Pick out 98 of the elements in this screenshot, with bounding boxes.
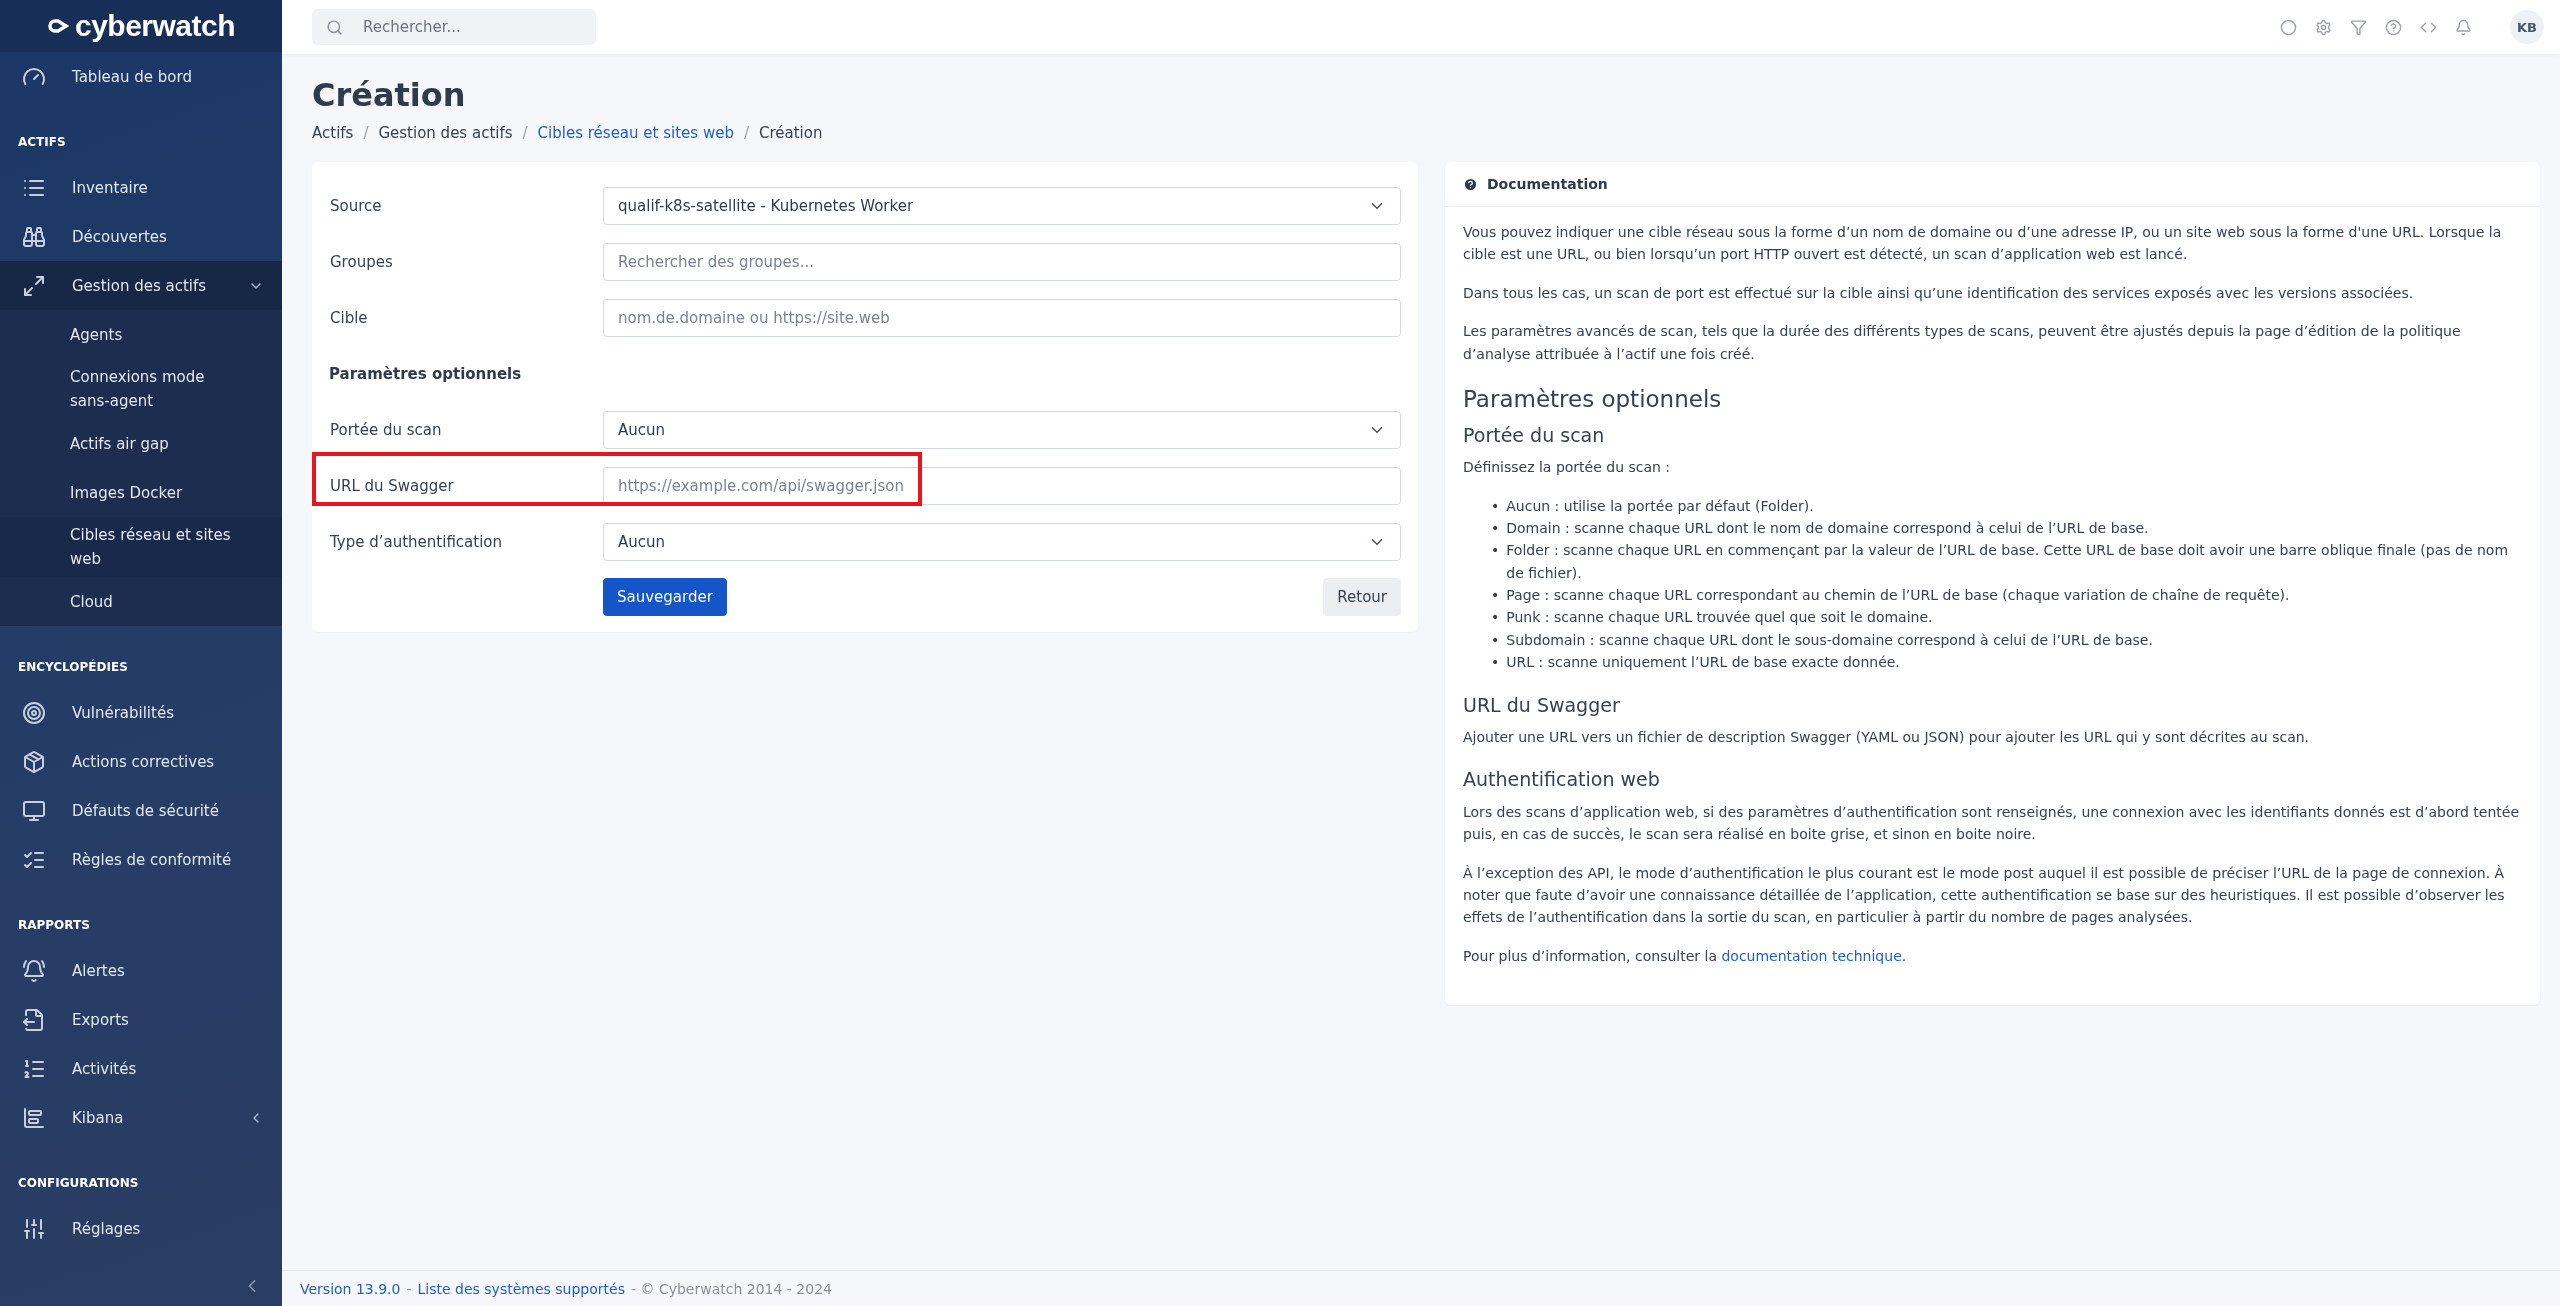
select-field[interactable]: Aucun bbox=[603, 411, 1401, 449]
sidebar-subitem[interactable]: Cloud bbox=[0, 577, 282, 626]
subsection-heading: URL du Swagger bbox=[1463, 692, 1621, 718]
filter-icon[interactable] bbox=[2350, 18, 2367, 36]
paragraph: Vous pouvez indiquer une cible réseau sous la forme d’un nom de domaine ou d’une adresse IP, ou un site web sous la forme d'une URL. Lorsque la cible est une URL, ou bien lorsqu’un port HTTP ouvert est détecté, un scan d’application web est lancé. bbox=[1463, 223, 2503, 265]
bullet: • bbox=[1491, 586, 1500, 606]
bullet: • bbox=[1491, 496, 1500, 516]
list-item: Folder : scanne chaque URL en commençant par la valeur de l’URL de base. Cette URL de base doit avoir une barre oblique finale (pas de nom de fichier). bbox=[1506, 541, 2510, 583]
sidebar-subitem[interactable]: Agents bbox=[0, 310, 282, 359]
sidebar-subitem[interactable]: Actifs air gap bbox=[0, 419, 282, 468]
help-icon[interactable] bbox=[2385, 18, 2402, 36]
breadcrumb-item: Gestion des actifs bbox=[378, 124, 513, 142]
page-title: Création bbox=[312, 76, 467, 114]
input-field[interactable]: Rechercher des groupes... bbox=[603, 243, 1401, 281]
bar-chart-icon bbox=[22, 1105, 46, 1130]
breadcrumb-link[interactable]: Cibles réseau et sites web bbox=[537, 124, 734, 142]
field-label: Type d’authentification bbox=[329, 533, 503, 551]
section-heading: Paramètres optionnels bbox=[1463, 384, 1723, 414]
search-field[interactable]: Rechercher... bbox=[312, 9, 596, 45]
search-icon bbox=[326, 19, 343, 36]
brand-logo[interactable]: cyberwatch bbox=[0, 0, 282, 52]
sidebar-item[interactable]: Défauts de sécurité bbox=[0, 786, 282, 835]
select-field[interactable]: Aucun bbox=[603, 523, 1401, 561]
sidebar-item[interactable]: Gestion des actifs bbox=[0, 261, 282, 310]
supported-systems-link[interactable]: Liste des systèmes supportés bbox=[417, 1280, 625, 1297]
user-avatar[interactable]: KB bbox=[2510, 10, 2544, 44]
file-export-icon bbox=[22, 1007, 46, 1032]
select-field[interactable]: qualif-k8s-satellite - Kubernetes Worker bbox=[603, 187, 1401, 225]
paragraph: Lors des scans d’application web, si des paramètres d’authentification sont renseignés, une connexion avec les identifiants donnés est d’abord tentée puis, en cas de succès, le scan sera réalisé en boite grise, et sinon en boite noire. bbox=[1463, 802, 2521, 845]
bullet: • bbox=[1491, 653, 1500, 673]
sliders-icon bbox=[22, 1216, 46, 1241]
logo-icon bbox=[46, 18, 69, 34]
breadcrumb-separator: / bbox=[363, 124, 369, 142]
paragraph: Pour plus d’information, consulter la documentation technique. bbox=[1463, 946, 1908, 966]
bullet: • bbox=[1491, 608, 1500, 628]
field-label: Groupes bbox=[329, 253, 394, 271]
paragraph: Les paramètres avancés de scan, tels que la durée des différents types de scans, peuvent être ajustés depuis la page d’édition de la politique d’analyse attribuée à l’actif une fois créé. bbox=[1463, 322, 2462, 364]
sidebar-section-title: RAPPORTS bbox=[17, 917, 91, 934]
sidebar-item[interactable]: Règles de conformité bbox=[0, 835, 282, 884]
binoculars-icon bbox=[22, 224, 46, 249]
expand-arrows-icon bbox=[22, 273, 46, 298]
input-field[interactable]: nom.de.domaine ou https://site.web bbox=[603, 299, 1401, 337]
field-label: Source bbox=[329, 197, 383, 215]
box-icon bbox=[22, 749, 46, 774]
save-button[interactable]: Sauvegarder bbox=[603, 578, 727, 616]
section-heading: Paramètres optionnels bbox=[329, 365, 522, 383]
monitor-icon bbox=[22, 798, 46, 823]
sidebar-item[interactable]: Actions correctives bbox=[0, 737, 282, 786]
list-item: Subdomain : scanne chaque URL dont le sous-domaine correspond à celui de l’URL de base. bbox=[1506, 630, 2153, 650]
paragraph: À l’exception des API, le mode d’authentification le plus courant est le mode post auquel il est possible de préciser l’URL de la page de connexion. À noter que faute d’avoir une connaissance détaillée de l’application, cette authentification se base sur des heuristiques. Il est possible d’observer les effets de l’authentification dans la sortie du scan, en particulier à partir du nombre de pages analysées. bbox=[1463, 863, 2506, 928]
list-item: Punk : scanne chaque URL trouvée quel que soit le domaine. bbox=[1506, 608, 1933, 628]
breadcrumb-item: Création bbox=[758, 124, 823, 142]
breadcrumb-item: Actifs bbox=[312, 124, 354, 142]
sidebar-subitem[interactable]: Connexions mode sans-agent bbox=[0, 359, 282, 419]
list-item: Page : scanne chaque URL correspondant au chemin de l’URL de base (chaque variation de chaîne de requête). bbox=[1506, 586, 2290, 606]
sidebar-section-title: ENCYCLOPÉDIES bbox=[17, 658, 129, 676]
subsection-heading: Authentification web bbox=[1463, 767, 1661, 793]
breadcrumb-separator: / bbox=[743, 124, 749, 142]
field-label: Cible bbox=[329, 309, 369, 327]
bullet: • bbox=[1491, 630, 1500, 650]
notifications-icon[interactable] bbox=[2455, 18, 2472, 36]
sidebar-item[interactable]: Exports bbox=[0, 995, 282, 1044]
version-link[interactable]: Version 13.9.0 bbox=[300, 1280, 401, 1297]
paragraph: Définissez la portée du scan : bbox=[1463, 458, 1672, 478]
copyright-text: - © Cyberwatch 2014 - 2024 bbox=[630, 1280, 832, 1297]
paragraph: Ajouter une URL vers un fichier de description Swagger (YAML ou JSON) pour ajouter les URL qui y sont décrites au scan. bbox=[1463, 728, 2311, 748]
help-icon bbox=[1463, 176, 1478, 192]
sidebar-subitem[interactable]: Images Docker bbox=[0, 468, 282, 517]
subsection-heading: Portée du scan bbox=[1463, 422, 1606, 448]
settings-icon[interactable] bbox=[2315, 18, 2332, 36]
sidebar-subitem[interactable]: Cibles réseau et sites web bbox=[0, 517, 282, 577]
circle-icon[interactable] bbox=[2280, 18, 2297, 36]
paragraph: Dans tous les cas, un scan de port est effectué sur la cible ainsi qu’une identification des services exposés avec les versions associées. bbox=[1463, 283, 2415, 303]
list-item: URL : scanne uniquement l’URL de base exacte donnée. bbox=[1506, 653, 1900, 673]
list-item: Domain : scanne chaque URL dont le nom de domaine correspond à celui de l’URL de base. bbox=[1506, 518, 2149, 538]
field-label: Portée du scan bbox=[329, 421, 443, 439]
sidebar-item[interactable]: Alertes bbox=[0, 946, 282, 995]
sidebar-item[interactable]: Découvertes bbox=[0, 212, 282, 261]
sidebar-item[interactable]: Tableau de bord bbox=[0, 52, 282, 101]
target-icon bbox=[22, 700, 46, 725]
sidebar-item[interactable]: Vulnérabilités bbox=[0, 688, 282, 737]
sidebar-section-title: ACTIFS bbox=[17, 134, 67, 151]
bell-icon bbox=[22, 958, 46, 983]
breadcrumb-separator: / bbox=[522, 124, 528, 142]
bullet: • bbox=[1491, 541, 1500, 561]
sidebar-item[interactable]: Kibana bbox=[0, 1093, 282, 1142]
input-field[interactable]: https://example.com/api/swagger.json bbox=[603, 467, 1401, 505]
panel-title: Documentation bbox=[1487, 176, 1608, 192]
field-label: URL du Swagger bbox=[329, 477, 455, 495]
footer-separator: - bbox=[406, 1280, 412, 1297]
back-button[interactable]: Retour bbox=[1323, 578, 1401, 616]
list-item: Aucun : utilise la portée par défaut (Folder). bbox=[1506, 496, 1814, 516]
bullet: • bbox=[1491, 518, 1500, 538]
sidebar-item[interactable]: Inventaire bbox=[0, 163, 282, 212]
sidebar-section-title: CONFIGURATIONS bbox=[17, 1175, 140, 1192]
sidebar-item[interactable]: Réglages bbox=[0, 1204, 282, 1253]
documentation-link[interactable]: documentation technique bbox=[1721, 947, 1902, 964]
sidebar-item[interactable]: Activités bbox=[0, 1044, 282, 1093]
